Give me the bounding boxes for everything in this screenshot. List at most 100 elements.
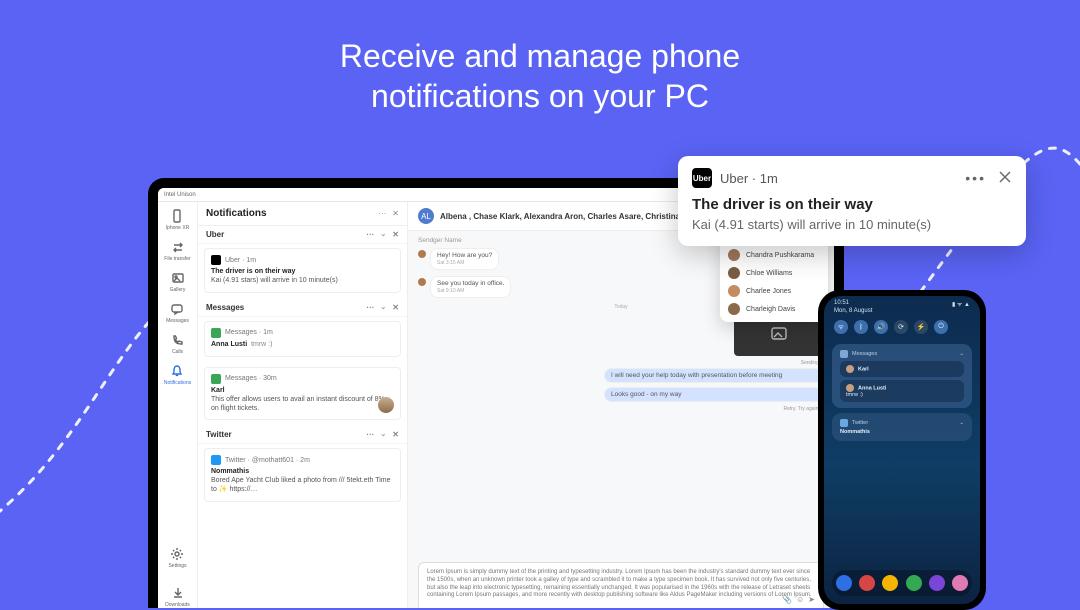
- qs-wifi-icon[interactable]: ᯤ: [834, 320, 848, 334]
- phone-icon: [169, 208, 185, 224]
- headline-line2: notifications on your PC: [371, 78, 709, 114]
- panel-more-icon[interactable]: ···: [378, 209, 386, 218]
- contact-avatar: [728, 285, 740, 297]
- group-more-icon[interactable]: ···: [366, 230, 374, 239]
- group-close-icon[interactable]: ✕: [392, 230, 399, 239]
- contact-avatar: [728, 303, 740, 315]
- emoji-icon[interactable]: ☺: [796, 595, 804, 605]
- send-icon[interactable]: ➤: [808, 595, 815, 605]
- notifications-panel: Notifications ··· ✕ Uber ···⌄✕ Uber · 1m…: [198, 202, 408, 608]
- chat-participants: Albena , Chase Klark, Alexandra Aron, Ch…: [440, 212, 715, 221]
- phone-notification-item[interactable]: Anna Lustitmrw :): [840, 380, 964, 402]
- qs-power-icon[interactable]: ⏻: [934, 320, 948, 334]
- chat-content: AL Albena , Chase Klark, Alexandra Aron,…: [408, 202, 834, 608]
- phone-statusbar: 10:51 ▮ ᯤ ▲: [824, 296, 980, 308]
- contact-row[interactable]: Charleigh Davis: [720, 300, 828, 318]
- chevron-down-icon[interactable]: ⌄: [380, 230, 386, 239]
- contact-row[interactable]: Chandra Pushkarama: [720, 246, 828, 264]
- notification-card[interactable]: Uber · 1m The driver is on their way Kai…: [204, 248, 401, 293]
- contact-row[interactable]: Charlee Jones: [720, 282, 828, 300]
- bell-icon: [169, 363, 185, 379]
- dock-app-icon[interactable]: [859, 575, 875, 591]
- sidebar-item-calls[interactable]: Calls: [170, 332, 186, 355]
- card-body: Kai (4.91 stars) will arrive in 10 minut…: [211, 277, 394, 286]
- quick-settings: ᯤ ᛒ 🔊 ⟳ ⚡ ⏻: [824, 314, 980, 340]
- attachment-icon[interactable]: 📎: [782, 595, 792, 605]
- twitter-app-icon: [211, 455, 221, 465]
- sidebar-item-messages[interactable]: Messages: [166, 301, 189, 324]
- toast-title: The driver is on their way: [692, 196, 1012, 213]
- dock-app-icon[interactable]: [929, 575, 945, 591]
- uber-logo-icon: Uber: [692, 168, 712, 188]
- qs-sound-icon[interactable]: 🔊: [874, 320, 888, 334]
- qs-bluetooth-icon[interactable]: ᛒ: [854, 320, 868, 334]
- message-status: Sending…: [418, 360, 824, 366]
- message-composer[interactable]: Lorem Ipsum is simply dummy text of the …: [418, 562, 824, 608]
- phone-notification-item[interactable]: Karl: [840, 361, 964, 377]
- contact-avatar: [728, 249, 740, 261]
- card-title: Karl: [211, 387, 394, 394]
- gallery-icon: [170, 270, 186, 286]
- toast-body: Kai (4.91 starts) will arrive in 10 minu…: [692, 217, 1012, 232]
- group-close-icon[interactable]: ✕: [392, 303, 399, 312]
- dock-app-icon[interactable]: [952, 575, 968, 591]
- group-close-icon[interactable]: ✕: [392, 430, 399, 439]
- toast-close-icon[interactable]: [998, 170, 1012, 187]
- contact-row[interactable]: Chloe Williams: [720, 264, 828, 282]
- dock-app-icon[interactable]: [882, 575, 898, 591]
- group-header-twitter[interactable]: Twitter ···⌄✕: [198, 426, 407, 444]
- chevron-down-icon[interactable]: ⌄: [380, 303, 386, 312]
- group-more-icon[interactable]: ···: [366, 430, 374, 439]
- sidebar-item-transfer[interactable]: File transfer: [164, 239, 190, 262]
- phone-notification-group[interactable]: Messages⌄ Karl Anna Lustitmrw :): [832, 344, 972, 408]
- notification-card[interactable]: Messages · 1m Anna Lusti tmrw :): [204, 321, 401, 357]
- messages-app-icon: [211, 328, 221, 338]
- messages-app-icon: [211, 374, 221, 384]
- phone-device: 10:51 ▮ ᯤ ▲ Mon, 8 August ᯤ ᛒ 🔊 ⟳ ⚡ ⏻ Me…: [818, 290, 986, 610]
- contact-avatar: [846, 384, 854, 392]
- sidebar-item-settings[interactable]: Settings: [168, 546, 186, 569]
- app-sidebar: Iphone XR File transfer Gallery Messages…: [158, 202, 198, 608]
- chevron-down-icon[interactable]: ⌄: [380, 430, 386, 439]
- notification-card[interactable]: Twitter · @mothatt601 · 2m Nommathis Bor…: [204, 448, 401, 502]
- dock-app-icon[interactable]: [906, 575, 922, 591]
- toast-more-icon[interactable]: •••: [965, 170, 986, 186]
- toast-app-label: Uber Uber · 1m: [692, 168, 778, 188]
- sender-avatar: [418, 278, 426, 286]
- headline-line1: Receive and manage phone: [340, 38, 740, 74]
- gear-icon: [169, 546, 185, 562]
- download-icon: [170, 585, 186, 601]
- hero-headline: Receive and manage phone notifications o…: [0, 36, 1080, 116]
- qs-flash-icon[interactable]: ⚡: [914, 320, 928, 334]
- sender-avatar: [418, 250, 426, 258]
- contact-avatar: [728, 267, 740, 279]
- phone-notification-item[interactable]: Nommathis: [840, 429, 870, 435]
- panel-close-icon[interactable]: ✕: [392, 209, 399, 218]
- twitter-app-icon: [840, 419, 848, 427]
- dock-app-icon[interactable]: [836, 575, 852, 591]
- notification-card[interactable]: Messages · 30m Karl This offer allows us…: [204, 367, 401, 421]
- notifications-panel-title: Notifications: [206, 208, 267, 219]
- message-status[interactable]: Retry. Try again ↻: [418, 406, 824, 412]
- group-more-icon[interactable]: ···: [366, 303, 374, 312]
- incoming-message[interactable]: Hey! How are you? Sat 3:15 AM: [430, 248, 499, 270]
- card-body: Bored Ape Yacht Club liked a photo from …: [211, 477, 394, 495]
- card-title: The driver is on their way: [211, 268, 394, 275]
- sidebar-item-notifications[interactable]: Notifications: [164, 363, 191, 386]
- outgoing-message[interactable]: Looks good - on my way: [604, 387, 824, 402]
- sidebar-item-downloads[interactable]: Downloads: [165, 585, 190, 608]
- group-header-uber[interactable]: Uber ···⌄✕: [198, 226, 407, 244]
- phone-notification-group[interactable]: Twitter⌄ Nommathis: [832, 413, 972, 441]
- toast-notification[interactable]: Uber Uber · 1m ••• The driver is on thei…: [678, 156, 1026, 246]
- contact-avatar: [846, 365, 854, 373]
- status-icons: ▮ ᯤ ▲: [952, 300, 970, 308]
- messages-app-icon: [840, 350, 848, 358]
- sidebar-item-phone[interactable]: Iphone XR: [166, 208, 190, 231]
- qs-rotate-icon[interactable]: ⟳: [894, 320, 908, 334]
- sidebar-item-gallery[interactable]: Gallery: [170, 270, 186, 293]
- card-title: Nommathis: [211, 468, 394, 475]
- composer-text: Lorem Ipsum is simply dummy text of the …: [427, 569, 812, 598]
- outgoing-message[interactable]: I will need your help today with present…: [604, 368, 824, 383]
- group-header-messages[interactable]: Messages ···⌄✕: [198, 299, 407, 317]
- incoming-message[interactable]: See you today in office. Sat 9:10 AM: [430, 276, 511, 298]
